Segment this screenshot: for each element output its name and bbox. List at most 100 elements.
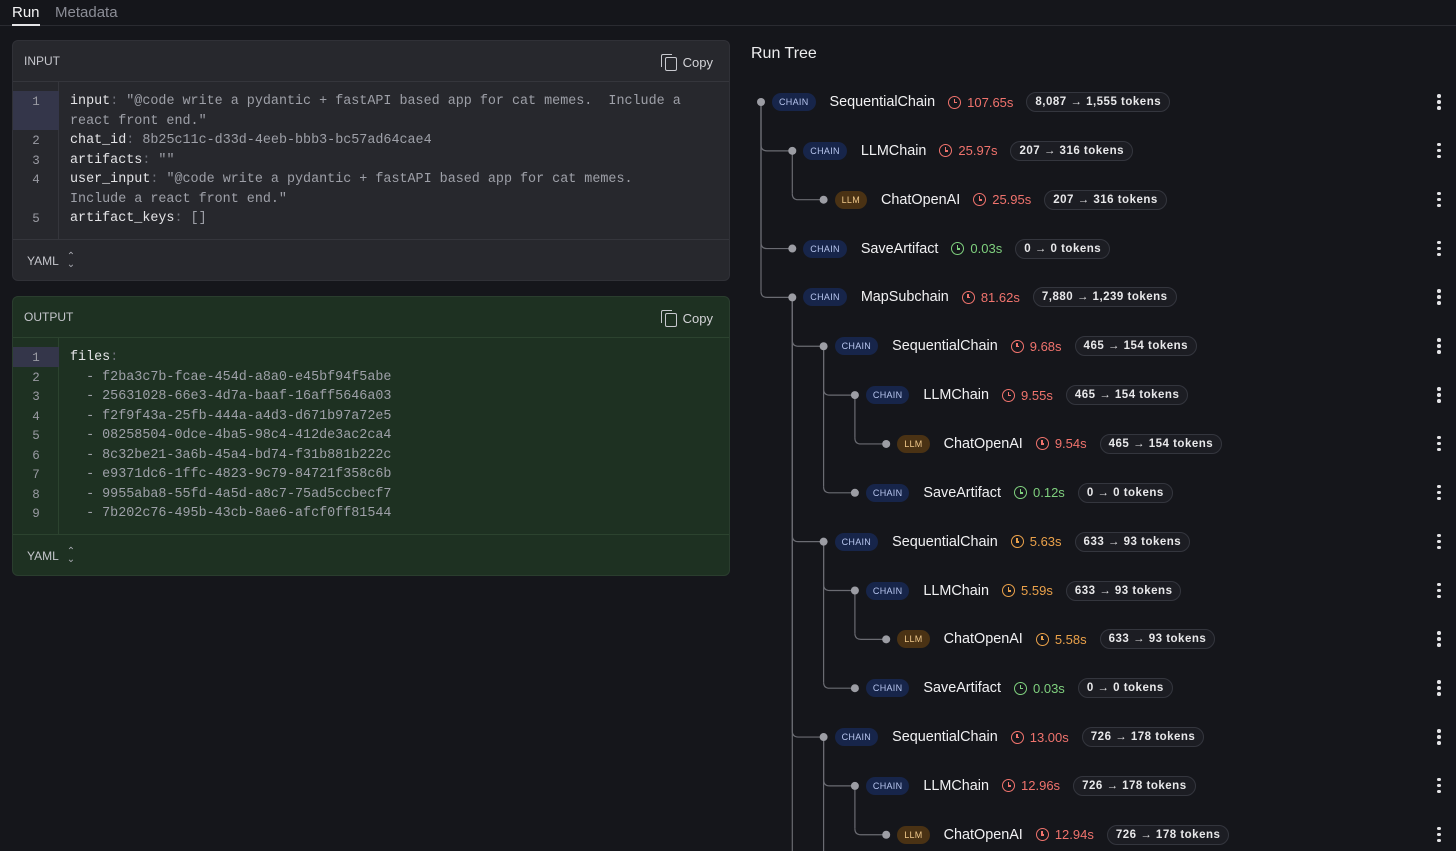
run-tree-row[interactable]: CHAIN SequentialChain 107.65s 8,087 → 1,555… — [772, 87, 1171, 117]
run-name: LLMChain — [923, 582, 990, 599]
tree-node-dot — [882, 635, 891, 644]
run-name: MapSubchain — [860, 289, 949, 306]
tree-node-dot — [850, 391, 859, 400]
run-tree-row[interactable]: CHAIN SaveArtifact 0.03s 0 → 0 tokens — [865, 673, 1173, 703]
latency: 25.97s — [939, 143, 997, 158]
tree-elbow — [791, 340, 824, 347]
tree-elbow — [791, 731, 824, 738]
more-options-icon[interactable] — [1434, 191, 1444, 208]
chain-badge: CHAIN — [803, 239, 847, 258]
more-options-icon[interactable] — [1434, 435, 1444, 452]
latency: 0.12s — [1014, 485, 1065, 500]
latency-value: 25.95s — [992, 192, 1032, 208]
run-name: SaveArtifact — [860, 240, 939, 257]
run-name: LLMChain — [923, 387, 990, 404]
tree-node-dot — [850, 488, 859, 497]
run-tree-row[interactable]: LLM ChatOpenAI 5.58s 633 → 93 tokens — [897, 624, 1216, 654]
token-count: 0 → 0 tokens — [1015, 238, 1111, 259]
token-count: 7,880 → 1,239 tokens — [1032, 287, 1177, 308]
tree-node-dot — [819, 537, 828, 546]
tree-node-dot — [850, 586, 859, 595]
tree-elbow — [760, 291, 793, 298]
latency-value: 81.62s — [980, 289, 1020, 305]
latency: 9.55s — [1002, 388, 1053, 403]
run-tree-row[interactable]: CHAIN LLMChain 5.59s 633 → 93 tokens — [865, 576, 1182, 606]
clock-icon — [1002, 779, 1016, 793]
clock-icon — [961, 290, 975, 304]
more-options-icon[interactable] — [1434, 729, 1444, 745]
latency: 81.62s — [961, 289, 1020, 305]
tree-elbow — [823, 779, 855, 787]
token-count: 465 → 154 tokens — [1099, 433, 1223, 454]
run-tree-row[interactable]: CHAIN SequentialChain 5.63s 633 → 93 tokens — [834, 527, 1191, 557]
run-tree-row[interactable]: LLM ChatOpenAI 25.95s 207 → 316 tokens — [834, 185, 1167, 215]
token-count: 0 → 0 tokens — [1077, 482, 1173, 503]
run-name: SequentialChain — [892, 533, 998, 550]
latency: 9.54s — [1035, 436, 1087, 452]
clock-icon — [1010, 339, 1024, 353]
chain-badge: CHAIN — [803, 141, 847, 160]
tree-node-dot — [882, 830, 891, 839]
clock-icon — [973, 193, 987, 207]
latency: 12.94s — [1035, 827, 1094, 842]
more-options-icon[interactable] — [1434, 777, 1444, 794]
more-options-icon[interactable] — [1434, 631, 1444, 647]
latency-value: 0.03s — [1033, 680, 1065, 696]
run-tree-row[interactable]: CHAIN MapSubchain 81.62s 7,880 → 1,239 toke… — [803, 282, 1177, 312]
token-count: 726 → 178 tokens — [1106, 824, 1230, 845]
more-options-icon[interactable] — [1434, 240, 1444, 257]
run-tree-row[interactable]: CHAIN SaveArtifact 0.12s 0 → 0 tokens — [865, 478, 1173, 508]
latency-value: 9.54s — [1054, 436, 1087, 452]
latency-value: 5.63s — [1029, 534, 1062, 550]
more-options-icon[interactable] — [1434, 142, 1444, 159]
run-name: SaveArtifact — [923, 680, 1001, 697]
run-tree-row[interactable]: CHAIN SequentialChain 13.00s 726 → 178 toke… — [834, 722, 1205, 752]
llm-badge: LLM — [897, 434, 930, 453]
more-options-icon[interactable] — [1434, 387, 1444, 403]
tree-node-dot — [819, 733, 828, 742]
clock-icon — [948, 95, 962, 109]
more-options-icon[interactable] — [1434, 484, 1444, 501]
chain-badge: CHAIN — [865, 483, 910, 502]
run-tree-row[interactable]: LLM ChatOpenAI 9.54s 465 → 154 tokens — [897, 429, 1223, 459]
run-name: ChatOpenAI — [881, 191, 961, 208]
clock-icon — [1010, 730, 1024, 744]
tree-node-dot — [788, 146, 797, 155]
latency: 25.95s — [973, 192, 1031, 207]
token-count: 726 → 178 tokens — [1081, 727, 1205, 748]
tree-node-dot — [882, 439, 891, 448]
tree-elbow — [854, 828, 887, 836]
tree-elbow — [823, 486, 855, 494]
tree-elbow — [854, 633, 887, 640]
chain-badge: CHAIN — [803, 288, 847, 307]
more-options-icon[interactable] — [1434, 826, 1444, 843]
clock-icon — [951, 242, 965, 256]
run-name: SequentialChain — [829, 94, 936, 110]
run-tree-row[interactable]: CHAIN LLMChain 12.96s 726 → 178 tokens — [865, 771, 1196, 801]
tree-node-dot — [850, 684, 859, 693]
run-tree-row[interactable]: CHAIN SaveArtifact 0.03s 0 → 0 tokens — [803, 234, 1111, 264]
more-options-icon[interactable] — [1434, 680, 1444, 696]
clock-icon — [1035, 632, 1049, 646]
more-options-icon[interactable] — [1434, 533, 1444, 550]
clock-icon — [1014, 486, 1027, 500]
run-name: LLMChain — [860, 142, 927, 159]
run-name: SequentialChain — [892, 729, 998, 746]
more-options-icon[interactable] — [1434, 582, 1444, 599]
latency: 9.68s — [1010, 339, 1062, 354]
run-tree-row[interactable]: CHAIN LLMChain 25.97s 207 → 316 tokens — [803, 136, 1133, 166]
chain-badge: CHAIN — [834, 337, 879, 356]
run-name: ChatOpenAI — [943, 631, 1023, 648]
tree-elbow — [791, 193, 824, 201]
run-tree-row[interactable]: LLM ChatOpenAI 12.94s 726 → 178 tokens — [897, 820, 1230, 850]
more-options-icon[interactable] — [1434, 289, 1444, 305]
tree-elbow — [760, 144, 793, 152]
more-options-icon[interactable] — [1434, 338, 1444, 354]
latency-value: 0.12s — [1033, 485, 1065, 501]
latency: 107.65s — [948, 95, 1013, 110]
run-tree-row[interactable]: CHAIN LLMChain 9.55s 465 → 154 tokens — [865, 380, 1189, 410]
more-options-icon[interactable] — [1434, 94, 1444, 110]
latency: 0.03s — [1014, 681, 1065, 696]
run-tree-row[interactable]: CHAIN SequentialChain 9.68s 465 → 154 token… — [834, 331, 1198, 361]
chain-badge: CHAIN — [834, 728, 879, 747]
